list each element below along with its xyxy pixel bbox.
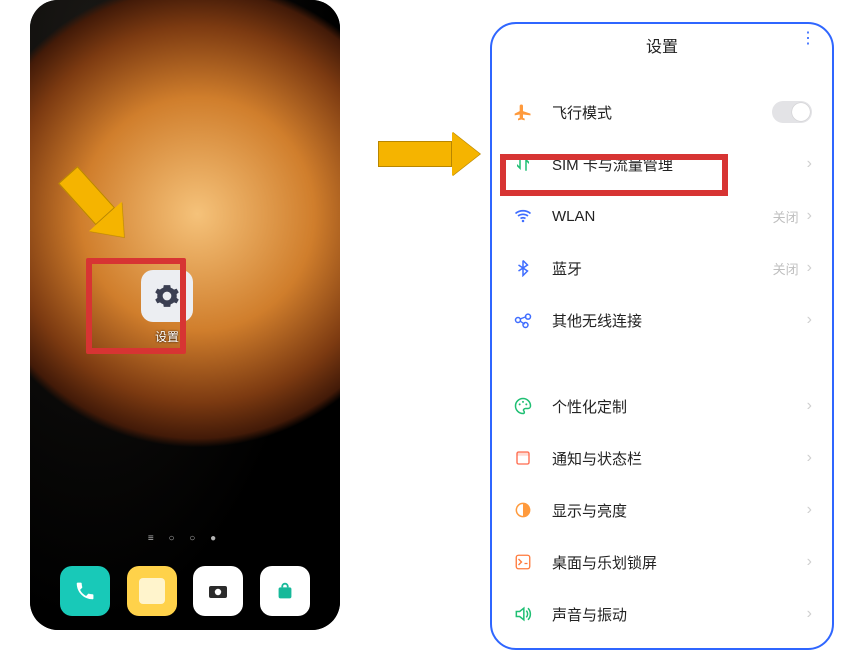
wifi-icon (512, 206, 534, 226)
row-label: 飞行模式 (552, 102, 772, 123)
row-label: 个性化定制 (552, 396, 807, 417)
camera-app[interactable] (193, 566, 243, 616)
row-dnd[interactable]: 免打扰 › (492, 640, 832, 648)
row-bluetooth[interactable]: 蓝牙 关闭 › (492, 242, 832, 294)
row-display[interactable]: 显示与亮度 › (492, 484, 832, 536)
row-value: 关闭 (773, 259, 799, 278)
bluetooth-icon (512, 259, 534, 277)
chevron-right-icon: › (807, 397, 812, 415)
row-notification[interactable]: 通知与状态栏 › (492, 432, 832, 484)
row-value: 关闭 (773, 207, 799, 226)
row-personalize[interactable]: 个性化定制 › (492, 380, 832, 432)
row-label: 显示与亮度 (552, 500, 807, 521)
row-label: 声音与振动 (552, 604, 807, 625)
chevron-right-icon: › (807, 259, 812, 277)
palette-icon (512, 396, 534, 416)
row-label: 通知与状态栏 (552, 448, 807, 469)
notification-icon (512, 449, 534, 467)
row-wlan[interactable]: WLAN 关闭 › (492, 190, 832, 242)
notes-app[interactable] (127, 566, 177, 616)
settings-header: 设置 ⋮ (492, 24, 832, 66)
chevron-right-icon: › (807, 501, 812, 519)
row-airplane[interactable]: 飞行模式 (492, 86, 832, 138)
chevron-right-icon: › (807, 449, 812, 467)
link-icon (512, 310, 534, 330)
sound-icon (512, 604, 534, 624)
highlight-settings-app (86, 258, 186, 354)
page-indicator: ≡ ○ ○ ● (30, 533, 340, 544)
chevron-right-icon: › (807, 155, 812, 173)
row-label: 桌面与乐划锁屏 (552, 552, 807, 573)
store-app[interactable] (260, 566, 310, 616)
row-other-wireless[interactable]: 其他无线连接 › (492, 294, 832, 346)
row-label: 蓝牙 (552, 258, 773, 279)
phone-settings-screen: 设置 ⋮ 飞行模式 SIM 卡与流量管理 › WLAN 关闭 › (490, 22, 834, 650)
row-sound[interactable]: 声音与振动 › (492, 588, 832, 640)
row-desktop-lock[interactable]: 桌面与乐划锁屏 › (492, 536, 832, 588)
arrow-to-sim-row (378, 132, 480, 176)
highlight-sim-row (500, 154, 728, 196)
more-icon[interactable]: ⋮ (800, 34, 816, 44)
settings-title: 设置 (646, 33, 678, 57)
row-label: WLAN (552, 208, 773, 225)
phone-app[interactable] (60, 566, 110, 616)
chevron-right-icon: › (807, 605, 812, 623)
chevron-right-icon: › (807, 311, 812, 329)
chevron-right-icon: › (807, 553, 812, 571)
row-label: 其他无线连接 (552, 310, 807, 331)
grid-icon (512, 553, 534, 571)
brightness-icon (512, 500, 534, 520)
airplane-icon (512, 102, 534, 122)
airplane-toggle[interactable] (772, 101, 812, 123)
home-dock (30, 566, 340, 616)
chevron-right-icon: › (807, 207, 812, 225)
